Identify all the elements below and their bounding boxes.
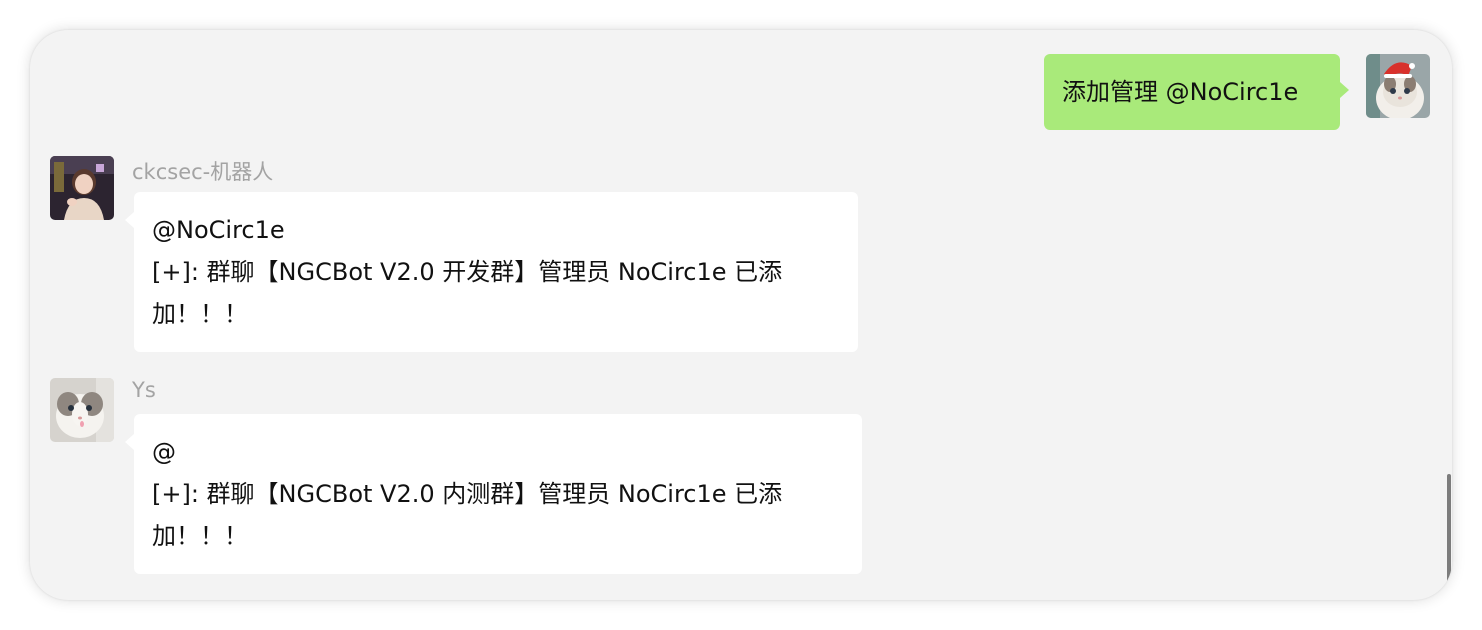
self-message-bubble[interactable]: 添加管理 @NoCirc1e [1044, 54, 1349, 130]
self-message-text: 添加管理 @NoCirc1e [1062, 78, 1299, 106]
message-line: 加！！！ [152, 300, 248, 328]
self-avatar-icon[interactable] [1366, 54, 1430, 118]
chat-scrollbar[interactable] [1447, 474, 1451, 584]
message-line: [+]: 群聊【NGCBot V2.0 开发群】管理员 NoCirc1e 已添 [152, 258, 783, 286]
bot-sender-name: ckcsec-机器人 [132, 160, 274, 184]
message-line: 加！！！ [152, 522, 248, 550]
bubble-tail [1340, 82, 1349, 98]
ys-avatar-icon[interactable] [50, 378, 114, 442]
message-line: @NoCirc1e [152, 216, 285, 244]
bubble-tail [125, 212, 134, 228]
message-line: [+]: 群聊【NGCBot V2.0 内测群】管理员 NoCirc1e 已添 [152, 480, 783, 508]
bot-avatar-icon[interactable] [50, 156, 114, 220]
ys-sender-name: Ys [132, 378, 156, 402]
chat-window: 添加管理 @NoCirc1e ckcsec-机器人 @NoCirc1e [+]:… [30, 30, 1452, 600]
bot-message-bubble[interactable]: @NoCirc1e [+]: 群聊【NGCBot V2.0 开发群】管理员 No… [125, 192, 858, 352]
message-line: @ [152, 438, 176, 466]
bubble-tail [125, 434, 134, 450]
ys-message-bubble[interactable]: @ [+]: 群聊【NGCBot V2.0 内测群】管理员 NoCirc1e 已… [125, 414, 862, 574]
